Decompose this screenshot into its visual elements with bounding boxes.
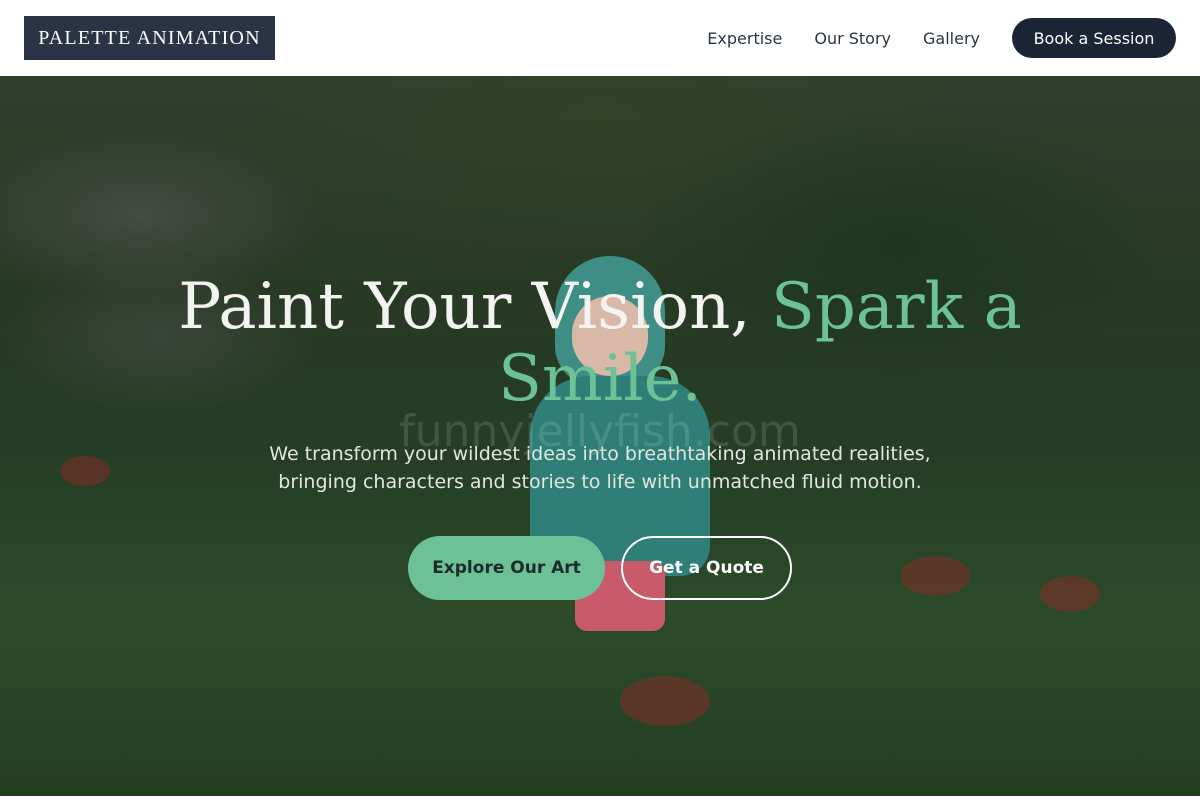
brand-logo[interactable]: PALETTE ANIMATION	[24, 16, 275, 60]
nav-link-gallery[interactable]: Gallery	[923, 29, 980, 48]
hero-headline: Paint Your Vision, Spark a Smile.	[150, 271, 1050, 415]
explore-art-button[interactable]: Explore Our Art	[408, 536, 605, 600]
nav-link-our-story[interactable]: Our Story	[814, 29, 891, 48]
main-nav: Expertise Our Story Gallery Book a Sessi…	[707, 18, 1176, 58]
headline-plain: Paint Your Vision,	[178, 270, 771, 344]
hero-content: Paint Your Vision, Spark a Smile. funnyj…	[0, 76, 1200, 796]
site-header: PALETTE ANIMATION Expertise Our Story Ga…	[0, 0, 1200, 76]
nav-link-expertise[interactable]: Expertise	[707, 29, 782, 48]
hero-subtitle: We transform your wildest ideas into bre…	[269, 443, 931, 493]
book-session-button[interactable]: Book a Session	[1012, 18, 1176, 58]
hero-section: Paint Your Vision, Spark a Smile. funnyj…	[0, 76, 1200, 796]
get-quote-button[interactable]: Get a Quote	[621, 536, 792, 600]
